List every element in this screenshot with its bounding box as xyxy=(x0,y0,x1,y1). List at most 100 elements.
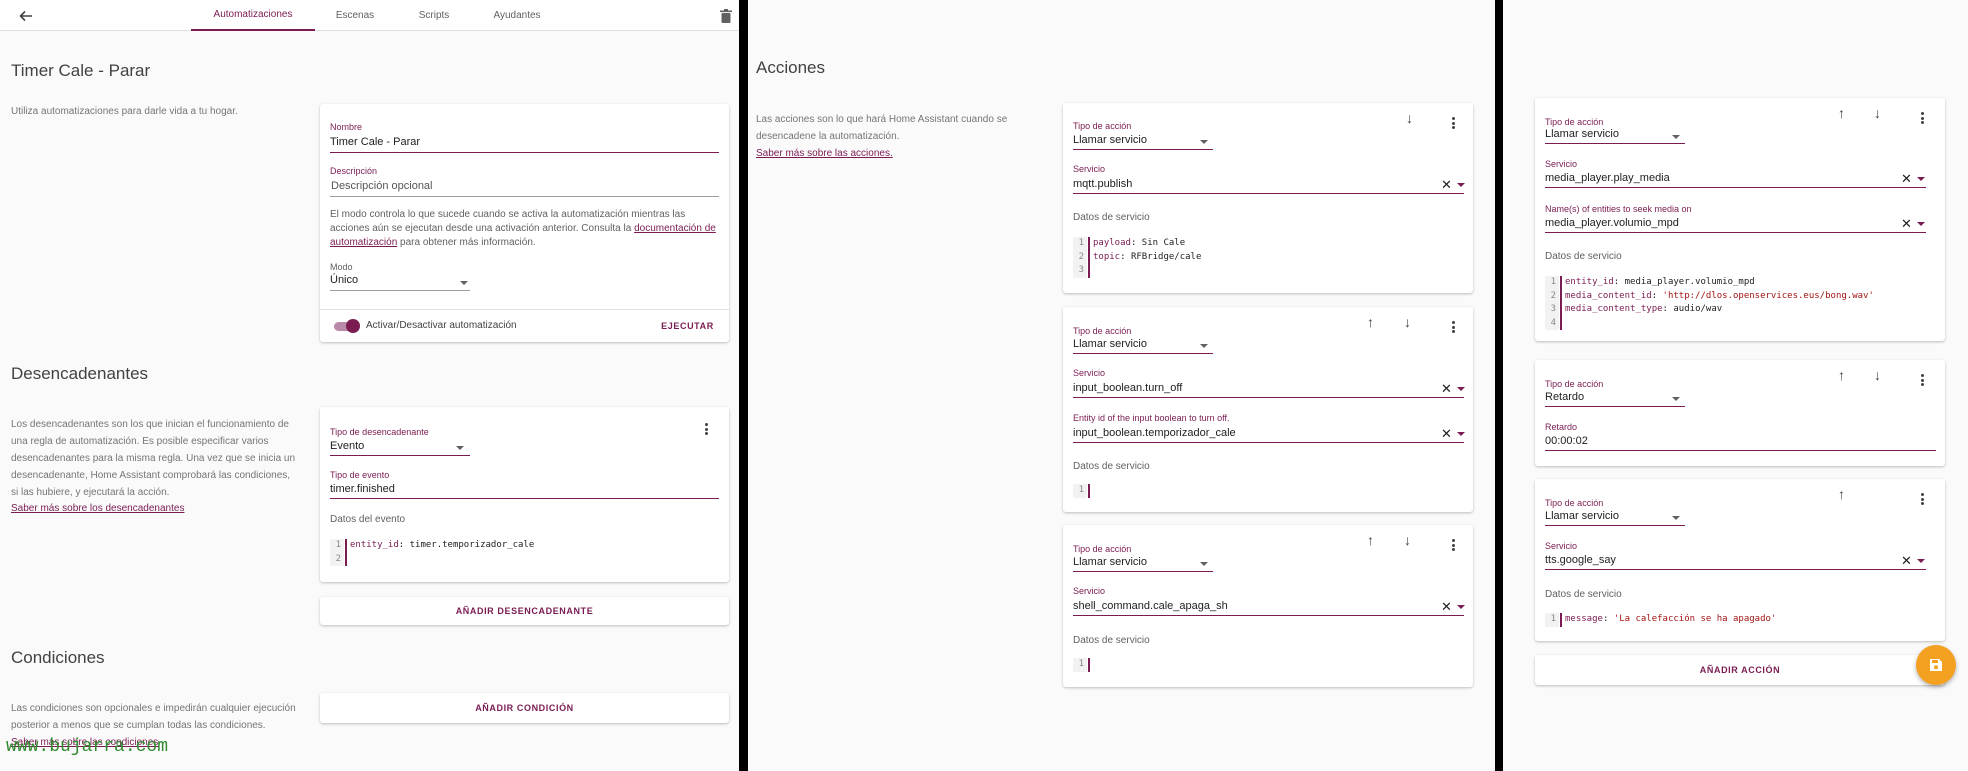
action-card-6: ↑ Tipo de acción Llamar servicio Servici… xyxy=(1535,479,1945,641)
action-type-dropdown-icon[interactable] xyxy=(1200,344,1208,348)
action-menu-icon[interactable] xyxy=(1915,111,1929,125)
action-type-dropdown-icon[interactable] xyxy=(1672,516,1680,520)
action-card-1: ↓ Tipo de acción Llamar servicio Servici… xyxy=(1063,103,1473,293)
action-type-underline xyxy=(1073,149,1213,150)
triggers-title: Desencadenantes xyxy=(11,364,149,383)
move-up-icon[interactable]: ↑ xyxy=(1367,533,1374,547)
entity-dropdown-icon[interactable] xyxy=(1457,432,1465,436)
move-up-icon[interactable]: ↑ xyxy=(1838,487,1845,501)
action-type-select[interactable]: Llamar servicio xyxy=(1073,134,1147,146)
move-down-icon[interactable]: ↓ xyxy=(1406,111,1413,125)
enable-toggle-label: Activar/Desactivar automatización xyxy=(366,320,517,331)
action-type-dropdown-icon[interactable] xyxy=(1200,140,1208,144)
move-up-icon[interactable]: ↑ xyxy=(1838,368,1845,382)
name-input[interactable]: Timer Cale - Parar xyxy=(330,136,420,148)
service-dropdown-icon[interactable] xyxy=(1457,183,1465,187)
move-down-icon[interactable]: ↓ xyxy=(1404,533,1411,547)
code-value: 'La calefacción se ha apagado' xyxy=(1613,614,1777,624)
event-type-input[interactable]: timer.finished xyxy=(330,483,395,495)
event-data-editor[interactable]: 12 entity_id: timer.temporizador_cale xyxy=(330,539,710,567)
service-dropdown-icon[interactable] xyxy=(1917,559,1925,563)
delay-underline xyxy=(1545,450,1936,451)
tab-scripts[interactable]: Scripts xyxy=(410,0,458,31)
service-dropdown-icon[interactable] xyxy=(1917,177,1925,181)
service-data-editor[interactable]: 1234 entity_id: media_player.volumio_mpd… xyxy=(1545,276,1925,331)
add-trigger-button[interactable]: AÑADIR DESENCADENANTE xyxy=(320,597,729,625)
automation-settings-card: Nombre Timer Cale - Parar Descripción De… xyxy=(320,104,729,342)
action-type-label: Tipo de acción xyxy=(1545,117,1604,127)
code-key: message xyxy=(1565,614,1603,624)
trigger-type-underline xyxy=(330,455,470,456)
entity-input[interactable]: input_boolean.temporizador_cale xyxy=(1073,427,1236,439)
move-down-icon[interactable]: ↓ xyxy=(1874,368,1881,382)
entity-dropdown-icon[interactable] xyxy=(1917,222,1925,226)
mode-help-text: El modo controla lo que sucede cuando se… xyxy=(330,208,720,250)
move-down-icon[interactable]: ↓ xyxy=(1874,106,1881,120)
action-type-dropdown-icon[interactable] xyxy=(1200,562,1208,566)
action-type-select[interactable]: Llamar servicio xyxy=(1545,128,1619,140)
move-down-icon[interactable]: ↓ xyxy=(1404,315,1411,329)
service-input[interactable]: media_player.play_media xyxy=(1545,172,1670,184)
clear-icon[interactable]: ✕ xyxy=(1901,554,1912,567)
add-action-label: AÑADIR ACCIÓN xyxy=(1699,665,1781,675)
action-type-label: Tipo de acción xyxy=(1545,498,1604,508)
action-menu-icon[interactable] xyxy=(1446,538,1460,552)
action-type-dropdown-icon[interactable] xyxy=(1672,135,1680,139)
service-data-editor[interactable]: 1 message: 'La calefacción se ha apagado… xyxy=(1545,613,1925,628)
mode-help-part1: El modo controla lo que sucede cuando se… xyxy=(330,209,686,234)
service-data-editor[interactable]: 1 xyxy=(1073,658,1453,673)
delete-icon[interactable] xyxy=(720,9,732,23)
service-input[interactable]: mqtt.publish xyxy=(1073,178,1132,190)
action-type-dropdown-icon[interactable] xyxy=(1672,397,1680,401)
trigger-type-select[interactable]: Evento xyxy=(330,440,364,452)
tab-automatizaciones[interactable]: Automatizaciones xyxy=(191,0,315,31)
entity-underline xyxy=(1073,442,1464,443)
service-input[interactable]: input_boolean.turn_off xyxy=(1073,382,1182,394)
clear-icon[interactable]: ✕ xyxy=(1441,178,1452,191)
action-type-label: Tipo de acción xyxy=(1545,379,1604,389)
action-type-select[interactable]: Llamar servicio xyxy=(1545,510,1619,522)
actions-learn-more-link[interactable]: Saber más sobre las acciones. xyxy=(756,145,893,162)
service-input[interactable]: tts.google_say xyxy=(1545,554,1616,566)
entity-input[interactable]: media_player.volumio_mpd xyxy=(1545,217,1679,229)
save-button[interactable] xyxy=(1916,645,1956,685)
enable-toggle[interactable] xyxy=(332,319,360,333)
clear-icon[interactable]: ✕ xyxy=(1901,217,1912,230)
service-dropdown-icon[interactable] xyxy=(1457,605,1465,609)
automation-editor-panel: Automatizaciones Escenas Scripts Ayudant… xyxy=(0,0,739,771)
action-type-select[interactable]: Llamar servicio xyxy=(1073,556,1147,568)
action-menu-icon[interactable] xyxy=(1915,373,1929,387)
add-condition-button[interactable]: AÑADIR CONDICIÓN xyxy=(320,693,729,723)
tab-escenas[interactable]: Escenas xyxy=(330,0,380,31)
triggers-learn-more-link[interactable]: Saber más sobre los desencadenantes xyxy=(11,500,184,517)
clear-icon[interactable]: ✕ xyxy=(1441,427,1452,440)
action-menu-icon[interactable] xyxy=(1446,320,1460,334)
action-type-select[interactable]: Llamar servicio xyxy=(1073,338,1147,350)
service-data-label: Datos de servicio xyxy=(1073,635,1150,646)
trigger-menu-icon[interactable] xyxy=(699,422,713,436)
description-input[interactable]: Descripción opcional xyxy=(331,180,433,192)
trigger-type-dropdown-icon[interactable] xyxy=(456,446,464,450)
add-action-button[interactable]: AÑADIR ACCIÓN xyxy=(1535,655,1945,685)
service-input[interactable]: shell_command.cale_apaga_sh xyxy=(1073,600,1228,612)
action-menu-icon[interactable] xyxy=(1446,116,1460,130)
clear-icon[interactable]: ✕ xyxy=(1901,172,1912,185)
service-data-editor[interactable]: 123 payload: Sin Cale topic: RFBridge/ca… xyxy=(1073,237,1453,278)
tab-ayudantes[interactable]: Ayudantes xyxy=(490,0,544,31)
action-menu-icon[interactable] xyxy=(1915,492,1929,506)
service-data-label: Datos de servicio xyxy=(1073,461,1150,472)
service-label: Servicio xyxy=(1073,368,1106,378)
mode-dropdown-icon[interactable] xyxy=(460,281,468,285)
move-up-icon[interactable]: ↑ xyxy=(1838,106,1845,120)
move-up-icon[interactable]: ↑ xyxy=(1367,315,1374,329)
service-dropdown-icon[interactable] xyxy=(1457,387,1465,391)
back-arrow-icon[interactable] xyxy=(18,8,34,24)
clear-icon[interactable]: ✕ xyxy=(1441,600,1452,613)
delay-input[interactable]: 00:00:02 xyxy=(1545,435,1588,447)
clear-icon[interactable]: ✕ xyxy=(1441,382,1452,395)
mode-select[interactable]: Único xyxy=(330,274,358,286)
service-data-editor[interactable]: 1 xyxy=(1073,484,1453,499)
run-button[interactable]: EJECUTAR xyxy=(660,321,715,331)
action-type-select[interactable]: Retardo xyxy=(1545,391,1584,403)
entity-underline xyxy=(1545,232,1926,233)
